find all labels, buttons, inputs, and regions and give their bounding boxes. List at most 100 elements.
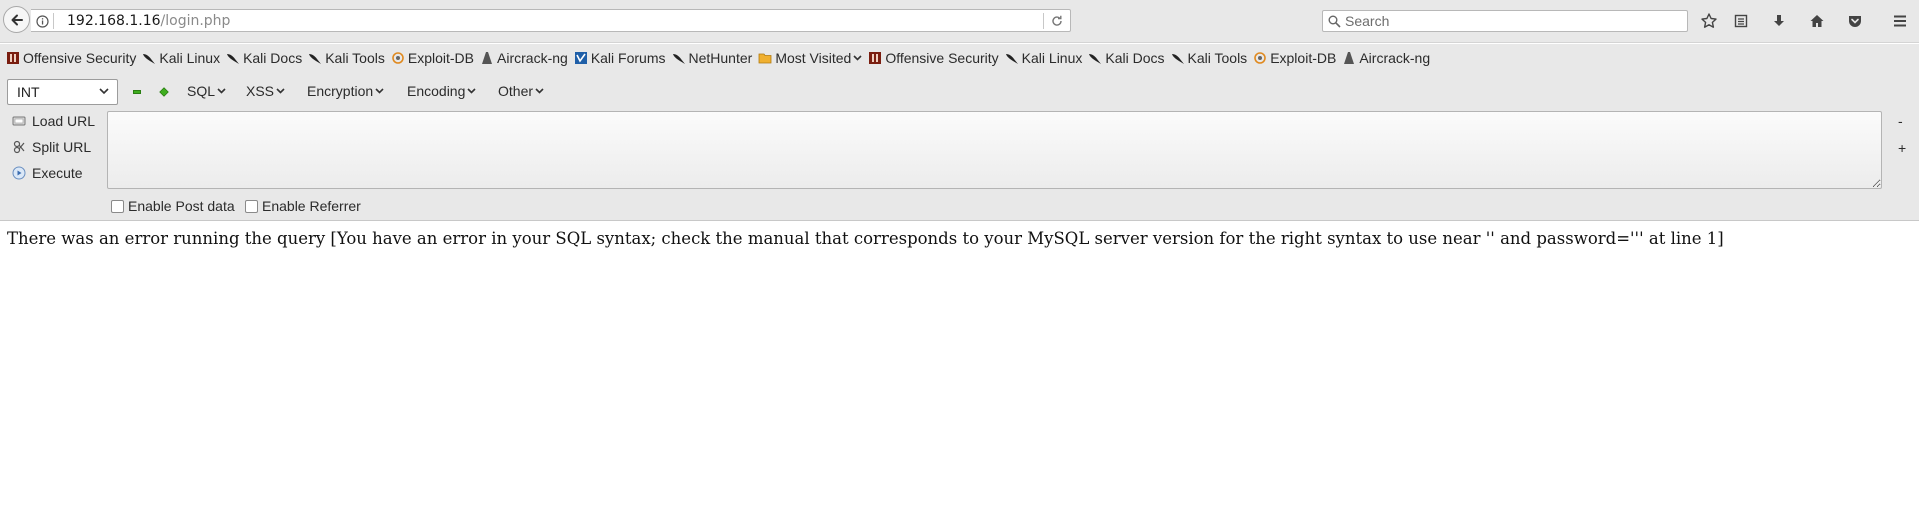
sql-error-message: There was an error running the query [Yo…: [7, 229, 1724, 248]
execute-button[interactable]: Execute: [12, 165, 83, 181]
downloads-button[interactable]: [1770, 12, 1788, 30]
bookmark-item[interactable]: Kali Tools: [308, 50, 385, 66]
offsec-icon: [869, 51, 882, 64]
reload-icon[interactable]: [1050, 14, 1064, 28]
kali-dragon-icon: [672, 53, 685, 64]
search-icon: [1328, 15, 1341, 28]
bookmark-label: Aircrack-ng: [1359, 49, 1431, 66]
chevron-down-icon: [535, 88, 544, 94]
url-path: /login.php: [160, 13, 231, 29]
checkbox-box[interactable]: [111, 199, 124, 213]
back-arrow-icon: [11, 14, 23, 25]
bookmark-label: Most Visited: [775, 49, 852, 66]
load-url-icon: [12, 116, 26, 126]
menu-label: SQL: [187, 83, 216, 99]
hackbar-panel: INT SQL XSS Encryption Encoding Other Lo…: [0, 71, 1919, 221]
enable-referrer-checkbox[interactable]: Enable Referrer: [245, 198, 361, 214]
info-icon[interactable]: [36, 15, 49, 28]
bookmark-label: Exploit-DB: [1270, 49, 1337, 66]
checkbox-box[interactable]: [245, 199, 258, 213]
type-select-value: INT: [17, 84, 40, 100]
load-url-button[interactable]: Load URL: [12, 113, 95, 129]
bookmark-label: Kali Linux: [1021, 49, 1083, 66]
exploit-db-icon: [1254, 51, 1266, 64]
bookmark-item[interactable]: Kali Docs: [226, 50, 302, 66]
bookmark-item[interactable]: Kali Linux: [142, 50, 220, 66]
url-separator: [53, 13, 54, 29]
reading-list-button[interactable]: [1732, 12, 1750, 30]
encryption-menu[interactable]: Encryption: [307, 83, 384, 99]
kali-dragon-icon: [309, 53, 322, 64]
menu-label: Other: [498, 83, 534, 99]
home-icon: [1810, 15, 1824, 27]
bookmark-item[interactable]: Exploit-DB: [1253, 50, 1336, 66]
sql-menu[interactable]: SQL: [187, 83, 226, 99]
bookmark-item[interactable]: Aircrack-ng: [480, 50, 568, 66]
most-visited-folder[interactable]: Most Visited: [758, 50, 862, 66]
enable-post-data-label: Enable Post data: [128, 198, 235, 214]
bookmark-label: Kali Docs: [1105, 49, 1165, 66]
kali-dragon-icon: [1089, 53, 1102, 64]
encoding-menu[interactable]: Encoding: [407, 83, 476, 99]
bookmark-label: Kali Tools: [325, 49, 385, 66]
enable-post-data-checkbox[interactable]: Enable Post data: [111, 198, 235, 214]
expand-button[interactable]: +: [1898, 140, 1906, 156]
chevron-down-icon: [99, 88, 109, 95]
offsec-icon: [7, 51, 19, 64]
load-url-label: Load URL: [32, 113, 96, 129]
menu-label: Encoding: [407, 83, 466, 99]
decrement-button[interactable]: [133, 90, 141, 94]
navigation-bar: 192.168.1.16/login.php: [0, 0, 1919, 43]
home-button[interactable]: [1808, 12, 1826, 30]
bookmark-item[interactable]: Offensive Security: [6, 50, 136, 66]
execute-icon: [12, 166, 26, 180]
xss-menu[interactable]: XSS: [246, 83, 285, 99]
type-select[interactable]: INT: [7, 79, 118, 105]
pocket-button[interactable]: [1846, 12, 1864, 30]
enable-referrer-label: Enable Referrer: [262, 198, 361, 214]
bookmark-label: Aircrack-ng: [497, 49, 568, 66]
menu-label: XSS: [246, 83, 275, 99]
chevron-down-icon: [853, 54, 862, 61]
search-bar[interactable]: [1322, 10, 1688, 32]
bookmark-item[interactable]: Kali Docs: [1088, 49, 1165, 66]
split-url-icon: [13, 140, 25, 154]
menu-label: Encryption: [307, 83, 374, 99]
back-button[interactable]: [3, 6, 30, 33]
bookmark-item[interactable]: Kali Forums: [574, 50, 666, 66]
kali-dragon-icon: [1171, 53, 1184, 64]
bookmark-label: Offensive Security: [885, 49, 999, 66]
url-textarea[interactable]: [107, 111, 1882, 189]
search-input[interactable]: [1345, 11, 1675, 31]
reload-separator: [1043, 13, 1044, 29]
bookmark-label: Kali Tools: [1187, 49, 1248, 66]
bookmark-label: Kali Docs: [243, 49, 303, 66]
bookmark-label: Kali Forums: [590, 49, 666, 66]
bookmark-item[interactable]: Aircrack-ng: [1342, 50, 1430, 66]
menu-button[interactable]: [1891, 12, 1909, 30]
bookmark-label: NetHunter: [688, 49, 753, 66]
chevron-down-icon: [375, 88, 384, 94]
bookmark-item[interactable]: Offensive Security: [868, 49, 999, 66]
bookmark-star-button[interactable]: [1700, 12, 1718, 30]
shrink-button[interactable]: -: [1898, 113, 1903, 129]
execute-label: Execute: [32, 165, 83, 181]
reading-list-icon: [1734, 14, 1748, 28]
url-host: 192.168.1.16: [67, 13, 161, 29]
bookmark-label: Kali Linux: [159, 49, 221, 66]
bookmark-item[interactable]: Kali Linux: [1005, 49, 1083, 66]
bookmark-item[interactable]: NetHunter: [672, 49, 753, 66]
bookmarks-toolbar: Offensive Security Kali Linux Kali Docs …: [0, 44, 1919, 71]
bookmark-label: Exploit-DB: [407, 49, 475, 66]
split-url-label: Split URL: [32, 139, 92, 155]
bookmark-item[interactable]: Exploit-DB: [391, 50, 474, 66]
increment-button[interactable]: [159, 87, 169, 97]
url-bar[interactable]: 192.168.1.16/login.php: [31, 9, 1071, 32]
other-menu[interactable]: Other: [498, 83, 544, 99]
url-text[interactable]: 192.168.1.16/login.php: [67, 13, 230, 29]
split-url-button[interactable]: Split URL: [12, 139, 91, 155]
chevron-down-icon: [467, 88, 476, 94]
kali-dragon-icon: [227, 53, 240, 64]
chevron-down-icon: [276, 88, 285, 94]
bookmark-item[interactable]: Kali Tools: [1171, 49, 1248, 66]
